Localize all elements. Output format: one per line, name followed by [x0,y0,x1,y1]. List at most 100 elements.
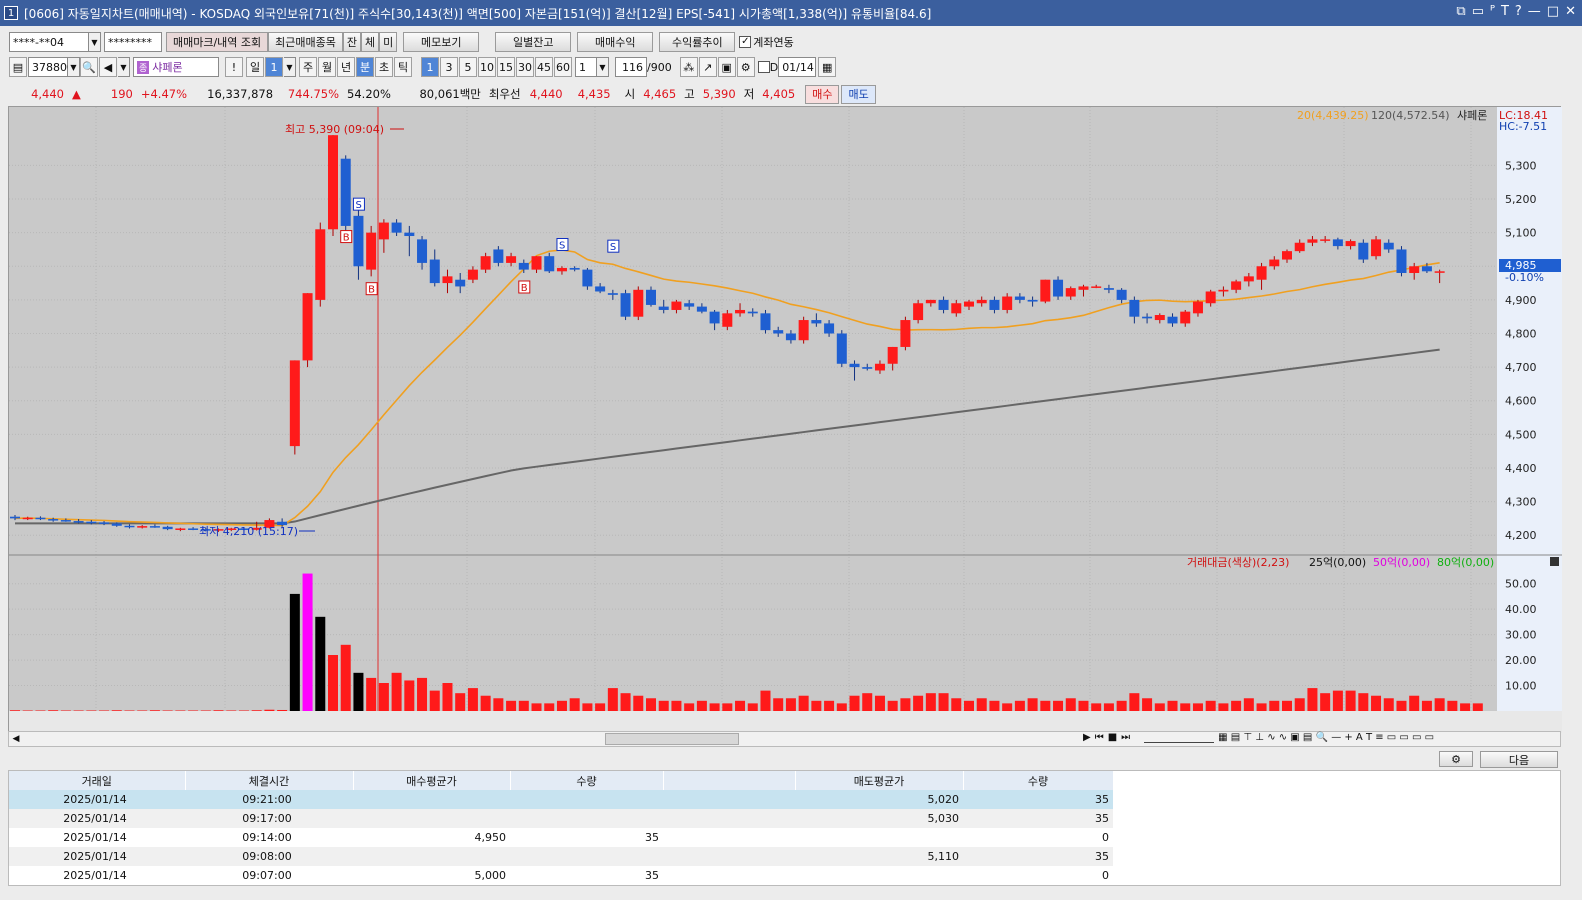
close-button[interactable]: ✕ [1565,4,1576,19]
period-tick[interactable]: 틱 [394,57,412,77]
col-trade-date[interactable]: 거래일 [9,771,186,790]
buy-button[interactable]: 매수 [805,84,840,104]
period-day-button[interactable]: 일 [246,57,264,77]
first-icon[interactable]: ⏮ [1095,732,1104,743]
volume-pane-close-icon[interactable] [1550,557,1559,566]
layout-icon[interactable]: ▤ [9,57,27,77]
daily-balance-button[interactable]: 일별잔고 [495,32,572,52]
account-link-checkbox[interactable]: ✓ 계좌연동 [739,34,794,50]
period-year[interactable]: 년 [337,57,355,77]
draw-icon[interactable]: ↗ [698,57,717,77]
period-week[interactable]: 주 [299,57,317,77]
last-icon[interactable]: ⏭ [1121,732,1130,743]
minute-15[interactable]: 15 [497,57,515,77]
save-icon[interactable]: ▣ [717,57,736,77]
volume-bar [1103,703,1114,711]
high-price: 5,390 [702,87,736,101]
table-row[interactable]: 2025/01/14 09:17:00 5,030 35 [9,809,1113,828]
search-icon[interactable]: 🔍 [80,57,98,77]
sell-button[interactable]: 매도 [841,84,876,104]
alert-button[interactable]: ! [225,57,243,77]
chart-scrollbar[interactable]: ◀ ▶ ⏮ ■ ⏭ ▦ ▤ ⊤ ⊥ ∿ ∿ ▣ ▤ 🔍 — + A T ≡ ▭ … [8,731,1561,747]
period-num-dropdown[interactable]: ▼ [284,57,296,77]
speaker-icon[interactable]: ◀ [99,57,117,77]
trade-profit-button[interactable]: 매매수익 [577,32,654,52]
stop-icon[interactable]: ■ [1108,732,1117,743]
candle-body [874,363,885,371]
gear-icon[interactable]: ⚙ [736,57,755,77]
interval-dropdown[interactable]: ▼ [597,57,609,77]
candle-body [556,267,567,272]
date-field[interactable]: 01/14 [778,57,817,77]
stock-code-dropdown[interactable]: ▼ [68,57,80,77]
volume-bar [735,700,746,711]
speaker-dropdown[interactable]: ▼ [118,57,130,77]
volume-tick-label: 40.00 [1505,603,1537,616]
unexecuted-button[interactable]: 미 [379,32,398,52]
scroll-left-icon[interactable]: ◀ [9,734,23,744]
period-minute[interactable]: 분 [356,57,374,77]
table-row[interactable]: 2025/01/14 09:14:00 4,950 35 0 [9,828,1113,847]
window-btn-1[interactable]: ▭ [1472,4,1484,19]
account-dropdown[interactable]: ▼ [89,32,101,52]
stock-code-field[interactable]: 378800 [28,57,74,77]
minute-5[interactable]: 5 [459,57,477,77]
volume-bar [785,698,796,711]
minute-3[interactable]: 3 [440,57,458,77]
volume-bar [1256,703,1267,711]
minute-30[interactable]: 30 [516,57,534,77]
memo-button[interactable]: 메모보기 [403,32,480,52]
table-row[interactable]: 2025/01/14 09:21:00 5,020 35 [9,790,1113,809]
period-month[interactable]: 월 [318,57,336,77]
minute-1[interactable]: 1 [421,57,439,77]
next-button[interactable]: 다음 [1480,751,1558,768]
col-exec-time[interactable]: 체결시간 [185,771,354,790]
tool-icons[interactable]: ▦ ▤ ⊤ ⊥ ∿ ∿ ▣ ▤ 🔍 — + A T ≡ ▭ ▭ ▭ ▭ [1218,732,1434,743]
col-buy-avg[interactable]: 매수평균가 [353,771,511,790]
minute-10[interactable]: 10 [478,57,496,77]
window-btn-2[interactable]: ᴾ [1490,4,1495,19]
minute-60[interactable]: 60 [554,57,572,77]
interval-field[interactable]: 1 [575,57,597,77]
col-buy-qty[interactable]: 수량 [510,771,664,790]
window-btn-4[interactable]: ? [1515,4,1522,19]
table-row[interactable]: 2025/01/14 09:08:00 5,110 35 [9,847,1113,866]
date-checkbox[interactable]: D [757,61,778,74]
col-sell-avg[interactable]: 매도평균가 [795,771,964,790]
window-btn-0[interactable]: ⧉ [1456,4,1465,19]
executed-button[interactable]: 체 [361,32,380,52]
scroll-thumb[interactable] [605,733,739,745]
volume-bar [1243,698,1254,711]
stock-chart[interactable]: 5,3005,2005,1005,0004,9004,8004,7004,600… [9,107,1562,733]
trade-mark-button[interactable]: 매매마크/내역 조회 [166,32,269,52]
password-field[interactable]: ******** [104,32,162,52]
calendar-icon[interactable]: ▦ [818,57,837,77]
account-field[interactable]: ****-**04 [9,32,89,52]
bar-count-field[interactable]: 116 [615,57,647,77]
indicator-icon[interactable]: ⁂ [679,57,698,77]
volume-bar [1078,700,1089,711]
profit-trend-button[interactable]: 수익률추이 [659,32,736,52]
table-row[interactable]: 2025/01/14 09:07:00 5,000 35 0 [9,866,1113,885]
bid-price: 4,435 [577,87,611,101]
col-sell-qty[interactable]: 수량 [963,771,1114,790]
period-second[interactable]: 초 [375,57,393,77]
balance-button[interactable]: 잔 [342,32,362,52]
scroll-right-icon[interactable]: ▶ [1083,732,1091,743]
date-checkbox-box[interactable] [757,61,770,73]
candle-body [1332,239,1343,247]
volume-bar [35,710,46,711]
grid-settings-gear-icon[interactable]: ⚙ [1439,751,1473,767]
candle-body [1320,239,1331,241]
minute-45[interactable]: 45 [535,57,553,77]
recent-trades-button[interactable]: 최근매매종목 [268,32,343,52]
zoom-slider[interactable] [1144,732,1215,743]
period-num-button[interactable]: 1 [265,57,283,77]
checkbox-icon[interactable]: ✓ [739,36,752,48]
window-btn-3[interactable]: T [1501,4,1509,19]
low-annotation: 최저 4,210 (15:17) [199,525,298,538]
stock-name-field[interactable]: 종 샤페론 [133,57,219,77]
minimize-button[interactable]: — [1528,4,1541,19]
maximize-button[interactable]: □ [1547,4,1559,19]
chart-panel[interactable]: 5,3005,2005,1005,0004,9004,8004,7004,600… [8,106,1562,733]
